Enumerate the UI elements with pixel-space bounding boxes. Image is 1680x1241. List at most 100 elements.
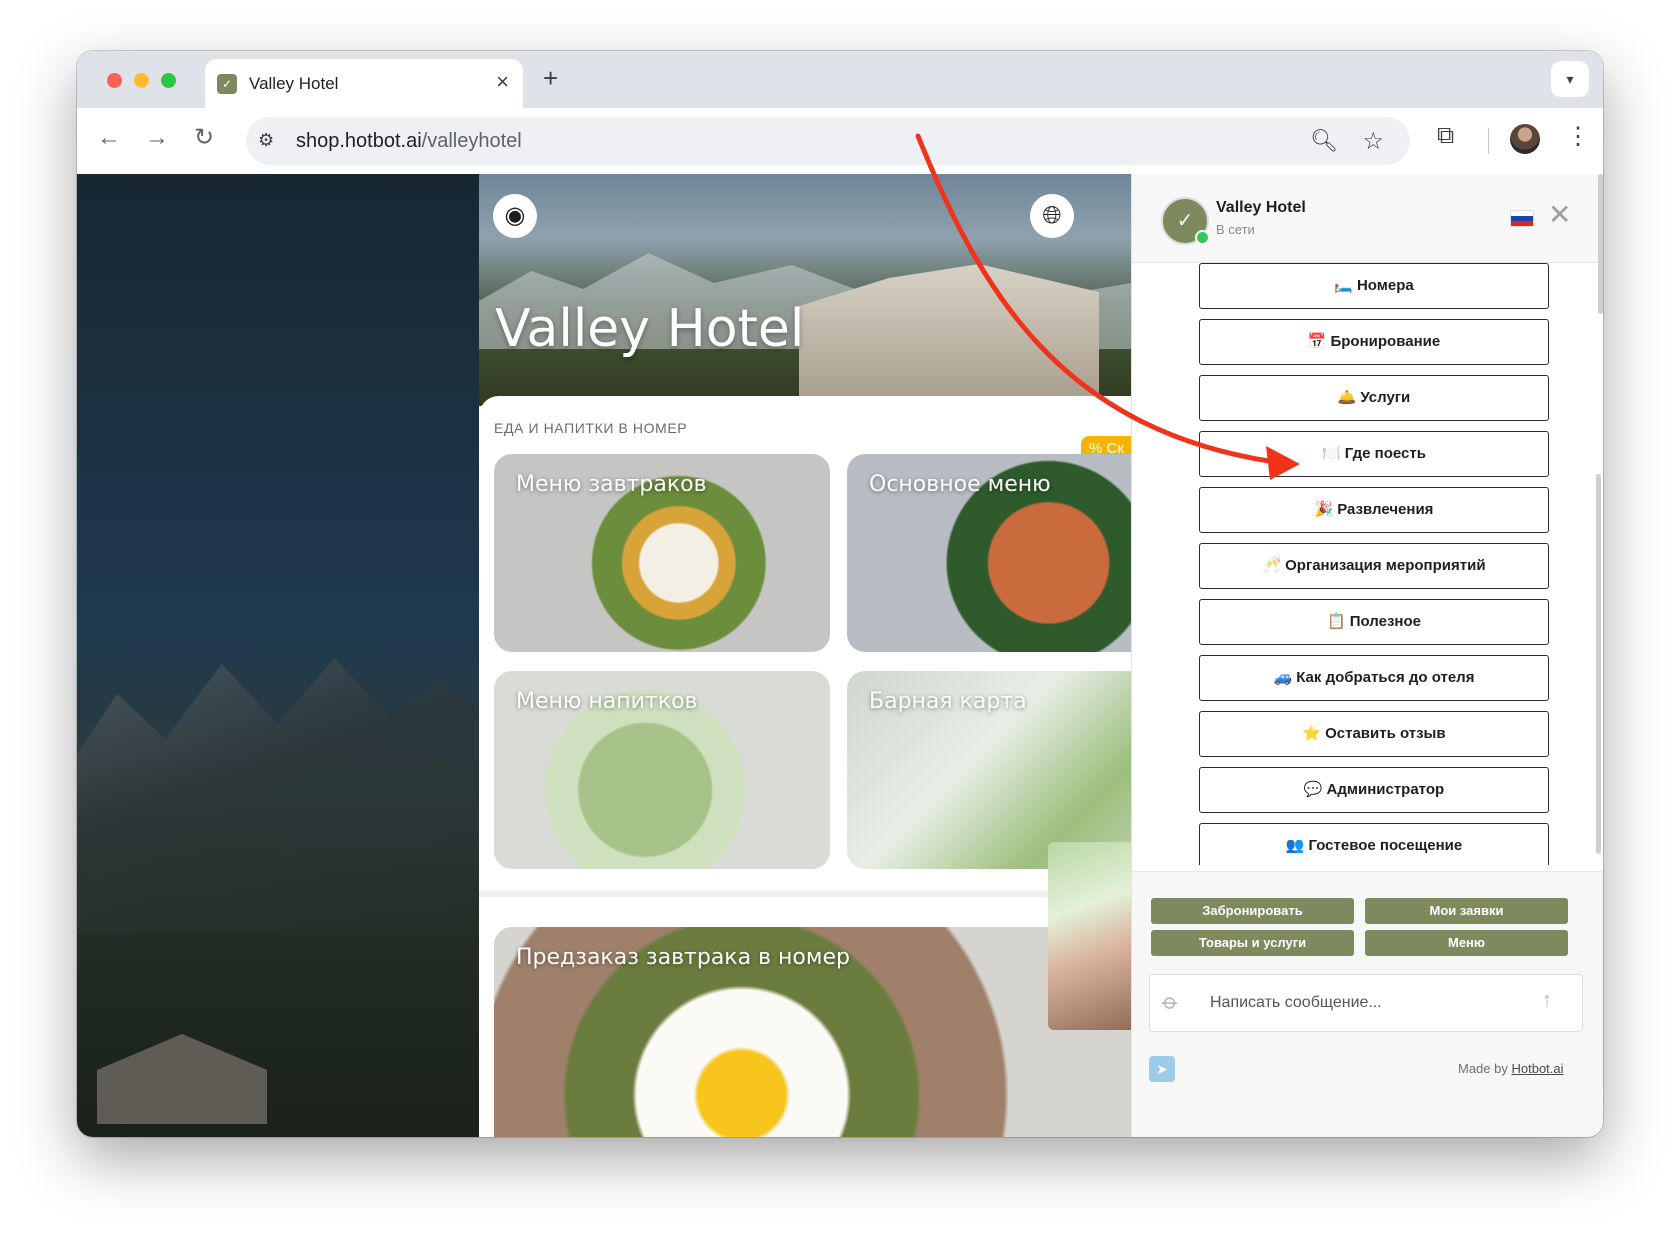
bell-icon: 🛎️ — [1337, 389, 1357, 406]
minimize-window-button[interactable] — [134, 73, 149, 88]
online-status-dot — [1195, 230, 1210, 245]
menu-button-label: Организация мероприятий — [1285, 557, 1486, 574]
menu-button-entertainment[interactable]: 🎉 Развлечения — [1199, 487, 1549, 533]
menu-button-label: Услуги — [1360, 389, 1411, 406]
menu-button-events[interactable]: 🥂 Организация мероприятий — [1199, 543, 1549, 589]
menu-button-label: Номера — [1356, 277, 1414, 294]
menu-button-administrator[interactable]: 💬 Администратор — [1199, 767, 1549, 813]
car-icon: 🚙 — [1273, 669, 1293, 686]
menu-button-label: Оставить отзыв — [1325, 725, 1446, 742]
star-icon[interactable]: ☆ — [1362, 127, 1384, 156]
people-icon: 👥 — [1285, 837, 1305, 854]
menu-button-label: Администратор — [1326, 781, 1445, 798]
url-text[interactable]: shop.hotbot.ai/valleyhotel — [296, 130, 522, 153]
quick-menu-button[interactable]: Меню — [1365, 930, 1568, 956]
section-divider — [479, 891, 1131, 897]
star-icon: ⭐ — [1302, 725, 1322, 742]
bot-name: Valley Hotel — [1216, 199, 1306, 216]
tab-strip: ✓ Valley Hotel × + ▾ — [77, 51, 1603, 108]
section-title: ЕДА И НАПИТКИ В НОМЕР — [494, 420, 688, 436]
globe-icon[interactable]: 🌐︎ — [1030, 194, 1074, 238]
quick-my-requests-button[interactable]: Мои заявки — [1365, 898, 1568, 924]
menu-button-label: Где поесть — [1344, 445, 1426, 462]
menu-button-useful[interactable]: 📋 Полезное — [1199, 599, 1549, 645]
hotbot-link[interactable]: Hotbot.ai — [1511, 1061, 1563, 1076]
menu-button-label: Гостевое посещение — [1308, 837, 1463, 854]
breakfast-preorder-card[interactable]: Предзаказ завтрака в номер — [494, 927, 1131, 1137]
browser-window: ✓ Valley Hotel × + ▾ ← → ↻ ⚙ shop.hotbot… — [77, 51, 1603, 1137]
chat-scrollbar[interactable] — [1596, 474, 1601, 854]
page-scrollbar[interactable] — [1598, 174, 1603, 314]
url-path: /valleyhotel — [421, 130, 522, 152]
food-section: ЕДА И НАПИТКИ В НОМЕР % Ск Меню завтрако… — [479, 396, 1131, 1137]
card-label: Меню завтраков — [516, 472, 707, 497]
toolbar-divider — [1488, 128, 1489, 154]
url-host: shop.hotbot.ai — [296, 130, 422, 152]
card-label: Барная карта — [869, 689, 1027, 714]
made-by-text: Made by Hotbot.ai — [1458, 1061, 1564, 1076]
mountain-background-image — [77, 174, 479, 1137]
party-icon: 🎉 — [1314, 501, 1334, 518]
browser-toolbar: ← → ↻ ⚙ shop.hotbot.ai/valleyhotel 🔍︎ ☆ … — [77, 108, 1603, 175]
tab-title: Valley Hotel — [249, 74, 339, 93]
menu-button-label: Как добраться до отеля — [1296, 669, 1475, 686]
spa-promo-thumbnail[interactable] — [1048, 842, 1131, 1030]
chat-messages: 🛏️ Номера 📅 Бронирование 🛎️ Услуги 🍽️ Где по… — [1132, 263, 1603, 865]
arrow-up-icon[interactable]: ↑ — [1542, 989, 1552, 1012]
arrow-right-icon[interactable]: → — [145, 125, 169, 151]
quick-products-button[interactable]: Товары и услуги — [1151, 930, 1354, 956]
kebab-icon[interactable]: ⋮ — [1566, 122, 1590, 151]
telegram-icon[interactable]: ➤ — [1149, 1056, 1175, 1082]
chat-footer: Забронировать Мои заявки Товары и услуги… — [1132, 871, 1603, 1137]
paperclip-icon[interactable]: ⌀ — [1157, 988, 1184, 1016]
menu-button-services[interactable]: 🛎️ Услуги — [1199, 375, 1549, 421]
menu-button-where-to-eat[interactable]: 🍽️ Где поесть — [1199, 431, 1549, 477]
village-house-shape — [97, 1034, 267, 1124]
zoom-icon[interactable]: 🔍︎ — [1310, 128, 1338, 154]
bar-menu-card[interactable]: Барная карта — [847, 671, 1131, 869]
arrow-left-icon[interactable]: ← — [97, 125, 121, 151]
menu-button-guest-visit[interactable]: 👥 Гостевое посещение — [1199, 823, 1549, 865]
chat-header: ✓ Valley Hotel В сети ✕ — [1132, 174, 1603, 263]
menu-button-label: Бронирование — [1330, 333, 1441, 350]
puzzle-icon[interactable]: ⧉ — [1437, 122, 1454, 150]
main-menu-card[interactable]: Основное меню — [847, 454, 1131, 652]
user-circle-icon[interactable]: ◉ — [493, 194, 537, 238]
tab-search-chevron-icon[interactable]: ▾ — [1551, 61, 1589, 97]
drinks-menu-card[interactable]: Меню напитков — [494, 671, 830, 869]
glasses-icon: 🥂 — [1262, 557, 1282, 574]
maximize-window-button[interactable] — [161, 73, 176, 88]
tune-icon[interactable]: ⚙ — [258, 130, 274, 151]
menu-button-directions[interactable]: 🚙 Как добраться до отеля — [1199, 655, 1549, 701]
mountain-shape — [77, 658, 479, 934]
card-label: Основное меню — [869, 472, 1051, 497]
new-tab-button[interactable]: + — [543, 64, 558, 92]
menu-button-review[interactable]: ⭐ Оставить отзыв — [1199, 711, 1549, 757]
close-window-button[interactable] — [107, 73, 122, 88]
close-icon[interactable]: ✕ — [1548, 200, 1571, 230]
plate-icon: 🍽️ — [1322, 445, 1341, 462]
tab-close-icon[interactable]: × — [496, 70, 509, 94]
made-by-prefix: Made by — [1458, 1061, 1512, 1076]
bed-icon: 🛏️ — [1334, 277, 1353, 294]
russian-flag-icon[interactable] — [1510, 210, 1534, 227]
menu-button-rooms[interactable]: 🛏️ Номера — [1199, 263, 1549, 309]
quick-book-button[interactable]: Забронировать — [1151, 898, 1354, 924]
message-input[interactable] — [1208, 975, 1532, 1031]
speech-bubble-icon: 💬 — [1303, 781, 1323, 798]
message-composer: ⌀ ↑ — [1149, 974, 1583, 1032]
chat-widget: ✓ Valley Hotel В сети ✕ 🛏️ Номера 📅 Бронир… — [1131, 174, 1603, 1137]
menu-button-booking[interactable]: 📅 Бронирование — [1199, 319, 1549, 365]
calendar-icon: 📅 — [1307, 333, 1327, 350]
address-bar[interactable]: ⚙ shop.hotbot.ai/valleyhotel 🔍︎ ☆ — [246, 117, 1410, 165]
reload-icon[interactable]: ↻ — [194, 125, 214, 151]
hotel-web-app: ◉ 🌐︎ Valley Hotel ЕДА И НАПИТКИ В НОМЕР … — [479, 174, 1131, 1137]
profile-avatar[interactable] — [1510, 124, 1540, 154]
page-viewport: ◉ 🌐︎ Valley Hotel ЕДА И НАПИТКИ В НОМЕР … — [77, 174, 1603, 1137]
menu-button-label: Развлечения — [1337, 501, 1434, 518]
bot-status: В сети — [1216, 222, 1255, 237]
breakfast-menu-card[interactable]: Меню завтраков — [494, 454, 830, 652]
browser-tab[interactable]: ✓ Valley Hotel × — [205, 59, 523, 108]
card-label: Меню напитков — [516, 689, 698, 714]
menu-button-label: Полезное — [1349, 613, 1421, 630]
